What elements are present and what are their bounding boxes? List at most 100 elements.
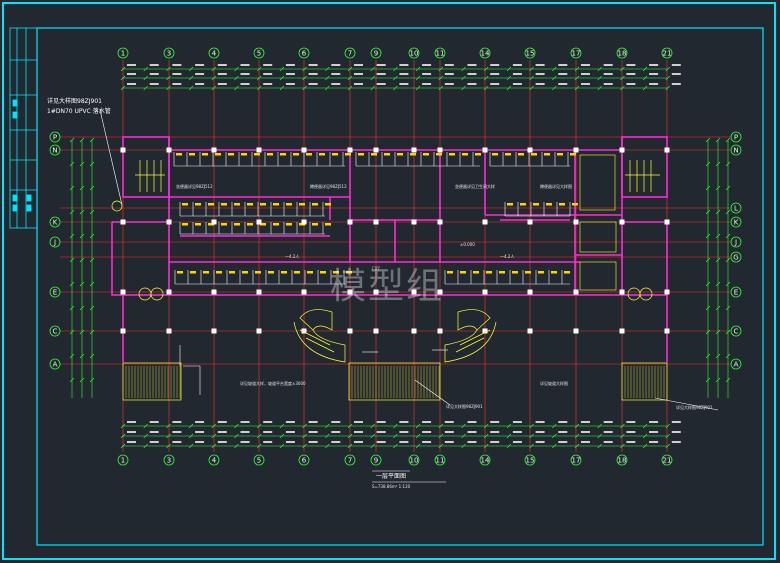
curved-stair-left-outer (293, 321, 346, 363)
right-stair (625, 160, 660, 192)
axis-bubble-top-15: 15 (524, 47, 536, 59)
svg-text:17: 17 (572, 50, 581, 58)
svg-text:15: 15 (526, 457, 535, 465)
axis-bubble-right-E: E (730, 286, 742, 298)
watermark: 模型组 (330, 266, 444, 307)
note-mid-room: 蹲便器详见98ZJ512 (310, 183, 347, 189)
axis-bubble-top-7: 7 (344, 47, 356, 59)
axis-bubble-left-K: K (49, 216, 61, 228)
axis-bubble-bottom-10: 10 (408, 454, 420, 466)
svg-text:4: 4 (212, 50, 217, 58)
svg-text:E: E (53, 289, 57, 297)
room-tag-corridor: 一4.2人 (285, 254, 299, 259)
svg-text:7: 7 (348, 457, 352, 465)
curved-stair-left (299, 309, 333, 331)
annotation-top-left-ref: 详见大样图98ZJ901 (47, 97, 102, 105)
svg-text:K: K (53, 219, 58, 227)
axis-bubble-right-K: K (730, 216, 742, 228)
svg-text:3: 3 (167, 457, 171, 465)
binding-strip (9, 27, 38, 229)
curved-stair-right-outer (444, 321, 497, 363)
axis-bubble-top-14: 14 (479, 47, 491, 59)
svg-text:9: 9 (374, 50, 378, 58)
axis-bubble-bottom-4: 4 (208, 454, 220, 466)
left-stair (135, 160, 165, 192)
axis-bubble-right-P: P (730, 131, 742, 143)
svg-text:21: 21 (663, 457, 672, 465)
svg-text:G: G (733, 254, 738, 262)
svg-text:C: C (734, 328, 739, 336)
note-left-room: 坐便器详见98ZJ512 (176, 183, 213, 189)
axis-bubble-bottom-14: 14 (479, 454, 491, 466)
axis-bubble-bottom-9: 9 (370, 454, 382, 466)
svg-text:10: 10 (410, 457, 419, 465)
axis-bubble-left-P: P (49, 131, 61, 143)
axis-bubble-bottom-5: 5 (253, 454, 265, 466)
svg-text:K: K (734, 219, 739, 227)
axis-bubble-top-5: 5 (253, 47, 265, 59)
axis-bubble-top-11: 11 (434, 47, 446, 59)
svg-text:15: 15 (526, 50, 535, 58)
axis-bubble-top-21: 21 (661, 47, 673, 59)
sheet-subtitle: S=738.86m² 1:120 (372, 484, 411, 489)
building-walls (111, 136, 668, 362)
axis-bubbles-left: PN K J E C A (49, 131, 61, 370)
axis-bubble-top-6: 6 (298, 47, 310, 59)
svg-text:18: 18 (618, 50, 627, 58)
svg-text:18: 18 (618, 457, 627, 465)
axis-bubble-bottom-18: 18 (616, 454, 628, 466)
right-small-room (579, 154, 617, 291)
svg-text:9: 9 (374, 457, 378, 465)
axis-bubble-top-1: 1 (117, 47, 129, 59)
axis-bubble-bottom-7: 7 (344, 454, 356, 466)
axis-bubble-bottom-6: 6 (298, 454, 310, 466)
axis-bubble-top-18: 18 (616, 47, 628, 59)
svg-text:P: P (734, 134, 738, 142)
axis-bubbles-bottom: 1 3 4 5 6 7 9 10 11 14 15 17 18 21 (117, 454, 673, 466)
axis-bubble-top-10: 10 (408, 47, 420, 59)
axis-bubble-left-A: A (49, 358, 61, 370)
svg-text:6: 6 (302, 50, 307, 58)
svg-text:14: 14 (481, 457, 490, 465)
svg-text:11: 11 (436, 457, 445, 465)
svg-text:5: 5 (257, 457, 261, 465)
svg-text:7: 7 (348, 50, 352, 58)
svg-text:5: 5 (257, 50, 261, 58)
svg-text:J: J (53, 239, 56, 247)
axis-bubble-bottom-1: 1 (117, 454, 129, 466)
svg-text:N: N (52, 147, 57, 155)
axis-bubble-top-4: 4 (208, 47, 220, 59)
axis-bubble-left-E: E (49, 286, 61, 298)
axis-bubble-top-9: 9 (370, 47, 382, 59)
ramp-left (122, 362, 182, 401)
svg-text:21: 21 (663, 50, 672, 58)
note-right-room: 坐便器详见卫生间大样 (455, 183, 495, 189)
svg-text:J: J (734, 239, 737, 247)
axis-bubble-top-3: 3 (163, 47, 175, 59)
svg-text:A: A (734, 361, 739, 369)
svg-text:10: 10 (410, 50, 419, 58)
axis-bubble-bottom-15: 15 (524, 454, 536, 466)
svg-text:L: L (734, 205, 738, 213)
svg-text:14: 14 (481, 50, 490, 58)
room-tag-hall: 一4.2人 (500, 254, 514, 259)
drawing-sheet: 1 3 4 5 6 7 9 10 11 14 15 17 18 21 1 3 4 5 6 7 9 10 11 14 15 17 1… (2, 2, 776, 560)
axis-bubble-left-J: J (49, 236, 61, 248)
svg-text:E: E (734, 289, 738, 297)
annotation-top-left-pipe: 1#DN70 UPVC 落水管 (47, 107, 111, 115)
svg-text:C: C (53, 328, 58, 336)
axis-bubble-bottom-11: 11 (434, 454, 446, 466)
axis-bubble-right-A: A (730, 358, 742, 370)
axis-bubble-right-L: L (730, 202, 742, 214)
svg-text:4: 4 (212, 457, 217, 465)
sheet-title: 一层平面图 (376, 473, 406, 480)
axis-bubble-right-N: N (730, 144, 742, 156)
bottom-ref1: 详见大样图98ZJ901 (446, 403, 483, 409)
axis-bubbles-top: 1 3 4 5 6 7 9 10 11 14 15 17 18 21 (117, 47, 673, 59)
bottom-center-note: 详见坡道大样，坡道平台宽度±3000 (240, 380, 306, 386)
axis-bubble-top-17: 17 (570, 47, 582, 59)
axis-bubbles-right: PN LK JG E C A (730, 131, 742, 370)
svg-text:6: 6 (302, 457, 307, 465)
axis-bubble-left-N: N (49, 144, 61, 156)
svg-text:17: 17 (572, 457, 581, 465)
